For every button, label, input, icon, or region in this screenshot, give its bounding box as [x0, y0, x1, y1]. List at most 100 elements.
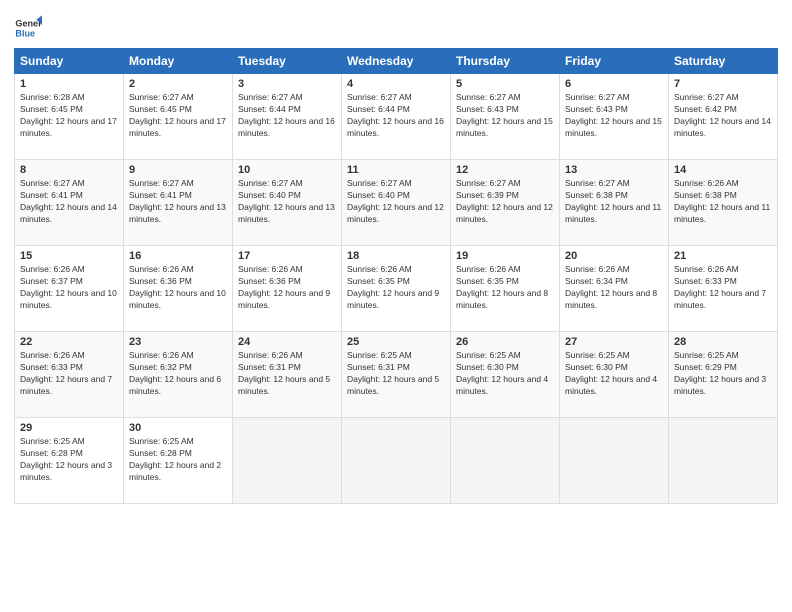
calendar-header-sunday: Sunday [15, 49, 124, 74]
day-detail: Sunrise: 6:26 AMSunset: 6:36 PMDaylight:… [238, 264, 336, 312]
calendar-cell: 13 Sunrise: 6:27 AMSunset: 6:38 PMDayligh… [560, 160, 669, 246]
calendar-header-saturday: Saturday [669, 49, 778, 74]
calendar-cell: 12Sunrise: 6:27 AMSunset: 6:39 PMDayligh… [451, 160, 560, 246]
day-number: 17 [238, 250, 336, 262]
calendar-cell: 27 Sunrise: 6:25 AMSunset: 6:30 PMDayligh… [560, 332, 669, 418]
calendar-week-1: 1 Sunrise: 6:28 AMSunset: 6:45 PMDaylight… [15, 74, 778, 160]
day-detail: Sunrise: 6:25 AMSunset: 6:31 PMDaylight:… [347, 350, 445, 398]
day-detail: Sunrise: 6:26 AMSunset: 6:33 PMDaylight:… [674, 264, 772, 312]
day-number: 19 [456, 250, 554, 262]
day-detail: Sunrise: 6:27 AMSunset: 6:39 PMDaylight:… [456, 178, 554, 226]
calendar-cell: 21 Sunrise: 6:26 AMSunset: 6:33 PMDayligh… [669, 246, 778, 332]
calendar-header-monday: Monday [124, 49, 233, 74]
calendar-cell: 8 Sunrise: 6:27 AMSunset: 6:41 PMDaylight… [15, 160, 124, 246]
day-detail: Sunrise: 6:27 AMSunset: 6:41 PMDaylight:… [20, 178, 118, 226]
day-detail: Sunrise: 6:25 AMSunset: 6:29 PMDaylight:… [674, 350, 772, 398]
day-detail: Sunrise: 6:26 AMSunset: 6:34 PMDaylight:… [565, 264, 663, 312]
day-number: 23 [129, 336, 227, 348]
calendar-cell [560, 418, 669, 504]
calendar-cell: 2 Sunrise: 6:27 AMSunset: 6:45 PMDaylight… [124, 74, 233, 160]
calendar-cell: 19 Sunrise: 6:26 AMSunset: 6:35 PMDayligh… [451, 246, 560, 332]
day-detail: Sunrise: 6:26 AMSunset: 6:38 PMDaylight:… [674, 178, 772, 226]
calendar-week-4: 22 Sunrise: 6:26 AMSunset: 6:33 PMDayligh… [15, 332, 778, 418]
day-detail: Sunrise: 6:26 AMSunset: 6:36 PMDaylight:… [129, 264, 227, 312]
calendar-cell: 7 Sunrise: 6:27 AMSunset: 6:42 PMDaylight… [669, 74, 778, 160]
calendar-cell: 26 Sunrise: 6:25 AMSunset: 6:30 PMDayligh… [451, 332, 560, 418]
day-number: 10 [238, 164, 336, 176]
calendar-cell: 6Sunrise: 6:27 AMSunset: 6:43 PMDaylight… [560, 74, 669, 160]
day-number: 13 [565, 164, 663, 176]
day-number: 21 [674, 250, 772, 262]
day-detail: Sunrise: 6:27 AMSunset: 6:45 PMDaylight:… [129, 92, 227, 140]
day-number: 15 [20, 250, 118, 262]
day-number: 11 [347, 164, 445, 176]
day-number: 7 [674, 78, 772, 90]
svg-text:Blue: Blue [15, 28, 35, 38]
calendar-week-2: 8 Sunrise: 6:27 AMSunset: 6:41 PMDaylight… [15, 160, 778, 246]
calendar-week-5: 29 Sunrise: 6:25 AMSunset: 6:28 PMDayligh… [15, 418, 778, 504]
calendar-cell: 25 Sunrise: 6:25 AMSunset: 6:31 PMDayligh… [342, 332, 451, 418]
calendar-header-thursday: Thursday [451, 49, 560, 74]
calendar-cell [233, 418, 342, 504]
calendar-cell: 29 Sunrise: 6:25 AMSunset: 6:28 PMDayligh… [15, 418, 124, 504]
day-number: 20 [565, 250, 663, 262]
day-detail: Sunrise: 6:26 AMSunset: 6:35 PMDaylight:… [456, 264, 554, 312]
day-number: 29 [20, 422, 118, 434]
calendar-cell: 15 Sunrise: 6:26 AMSunset: 6:37 PMDayligh… [15, 246, 124, 332]
calendar-cell: 9Sunrise: 6:27 AMSunset: 6:41 PMDaylight… [124, 160, 233, 246]
day-number: 16 [129, 250, 227, 262]
day-detail: Sunrise: 6:25 AMSunset: 6:28 PMDaylight:… [129, 436, 227, 484]
day-detail: Sunrise: 6:27 AMSunset: 6:41 PMDaylight:… [129, 178, 227, 226]
calendar-header-friday: Friday [560, 49, 669, 74]
day-detail: Sunrise: 6:27 AMSunset: 6:40 PMDaylight:… [238, 178, 336, 226]
day-number: 3 [238, 78, 336, 90]
day-detail: Sunrise: 6:27 AMSunset: 6:43 PMDaylight:… [456, 92, 554, 140]
day-detail: Sunrise: 6:25 AMSunset: 6:28 PMDaylight:… [20, 436, 118, 484]
calendar-cell: 24 Sunrise: 6:26 AMSunset: 6:31 PMDayligh… [233, 332, 342, 418]
day-detail: Sunrise: 6:27 AMSunset: 6:42 PMDaylight:… [674, 92, 772, 140]
day-number: 2 [129, 78, 227, 90]
day-number: 6 [565, 78, 663, 90]
day-number: 24 [238, 336, 336, 348]
day-detail: Sunrise: 6:26 AMSunset: 6:37 PMDaylight:… [20, 264, 118, 312]
day-number: 5 [456, 78, 554, 90]
day-number: 18 [347, 250, 445, 262]
logo: General Blue [14, 14, 42, 42]
calendar-week-3: 15 Sunrise: 6:26 AMSunset: 6:37 PMDayligh… [15, 246, 778, 332]
calendar-header-row: SundayMondayTuesdayWednesdayThursdayFrid… [15, 49, 778, 74]
calendar: SundayMondayTuesdayWednesdayThursdayFrid… [14, 48, 778, 504]
calendar-cell: 1 Sunrise: 6:28 AMSunset: 6:45 PMDaylight… [15, 74, 124, 160]
calendar-cell: 18 Sunrise: 6:26 AMSunset: 6:35 PMDayligh… [342, 246, 451, 332]
calendar-cell: 22 Sunrise: 6:26 AMSunset: 6:33 PMDayligh… [15, 332, 124, 418]
day-detail: Sunrise: 6:25 AMSunset: 6:30 PMDaylight:… [565, 350, 663, 398]
day-detail: Sunrise: 6:26 AMSunset: 6:31 PMDaylight:… [238, 350, 336, 398]
calendar-header-wednesday: Wednesday [342, 49, 451, 74]
page: General Blue SundayMondayTuesdayWednesda… [0, 0, 792, 612]
calendar-header-tuesday: Tuesday [233, 49, 342, 74]
calendar-cell [451, 418, 560, 504]
day-detail: Sunrise: 6:26 AMSunset: 6:32 PMDaylight:… [129, 350, 227, 398]
day-number: 25 [347, 336, 445, 348]
day-detail: Sunrise: 6:26 AMSunset: 6:35 PMDaylight:… [347, 264, 445, 312]
calendar-cell: 10 Sunrise: 6:27 AMSunset: 6:40 PMDayligh… [233, 160, 342, 246]
day-number: 14 [674, 164, 772, 176]
day-detail: Sunrise: 6:27 AMSunset: 6:38 PMDaylight:… [565, 178, 663, 226]
calendar-cell: 16 Sunrise: 6:26 AMSunset: 6:36 PMDayligh… [124, 246, 233, 332]
day-number: 22 [20, 336, 118, 348]
calendar-cell: 3Sunrise: 6:27 AMSunset: 6:44 PMDaylight… [233, 74, 342, 160]
calendar-cell: 14 Sunrise: 6:26 AMSunset: 6:38 PMDayligh… [669, 160, 778, 246]
day-number: 27 [565, 336, 663, 348]
day-number: 26 [456, 336, 554, 348]
calendar-cell: 30Sunrise: 6:25 AMSunset: 6:28 PMDayligh… [124, 418, 233, 504]
calendar-cell: 28 Sunrise: 6:25 AMSunset: 6:29 PMDayligh… [669, 332, 778, 418]
day-detail: Sunrise: 6:28 AMSunset: 6:45 PMDaylight:… [20, 92, 118, 140]
header: General Blue [14, 10, 778, 42]
calendar-cell: 5 Sunrise: 6:27 AMSunset: 6:43 PMDaylight… [451, 74, 560, 160]
calendar-cell: 11Sunrise: 6:27 AMSunset: 6:40 PMDayligh… [342, 160, 451, 246]
day-number: 28 [674, 336, 772, 348]
day-number: 1 [20, 78, 118, 90]
day-detail: Sunrise: 6:25 AMSunset: 6:30 PMDaylight:… [456, 350, 554, 398]
day-detail: Sunrise: 6:26 AMSunset: 6:33 PMDaylight:… [20, 350, 118, 398]
calendar-cell [669, 418, 778, 504]
day-number: 8 [20, 164, 118, 176]
